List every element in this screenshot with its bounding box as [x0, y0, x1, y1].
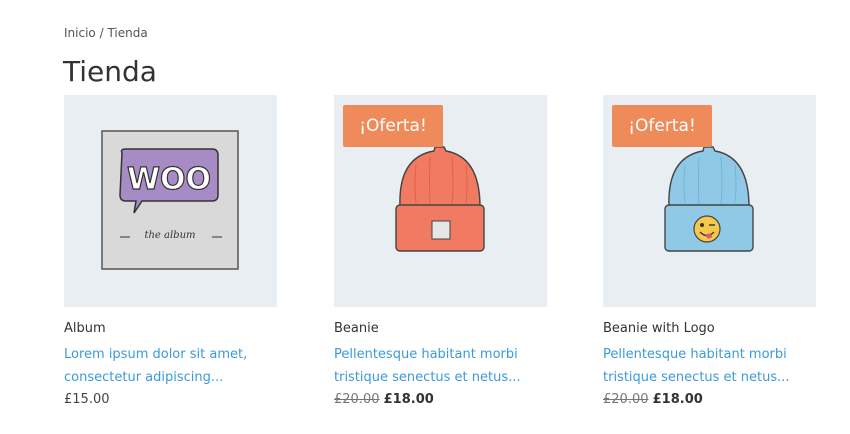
price-sale: £18.00	[383, 392, 434, 407]
album-woo-text: WOO	[127, 162, 211, 197]
price-regular: £20.00	[603, 392, 649, 407]
product-title-beanie-with-logo[interactable]: Beanie with Logo	[603, 321, 715, 336]
album-subtitle-text: the album	[144, 230, 195, 241]
product-description-line: consectetur adipiscing...	[64, 370, 224, 385]
product-description-beanie-with-logo[interactable]: Pellentesque habitant morbi tristique se…	[603, 343, 816, 389]
sale-badge: ¡Oferta!	[612, 105, 712, 147]
product-description-line: tristique senectus et netus...	[334, 370, 521, 385]
product-price-album: £15.00	[64, 392, 110, 407]
product-price-beanie-with-logo: £20.00 £18.00	[603, 392, 703, 407]
product-description-beanie[interactable]: Pellentesque habitant morbi tristique se…	[334, 343, 547, 389]
product-description-line: Lorem ipsum dolor sit amet,	[64, 347, 248, 362]
smiley-logo-icon	[693, 215, 721, 243]
product-description-line: tristique senectus et netus...	[603, 370, 790, 385]
product-price-beanie: £20.00 £18.00	[334, 392, 434, 407]
breadcrumb-current: Tienda	[107, 26, 148, 40]
breadcrumb-home-link[interactable]: Inicio	[64, 26, 96, 40]
product-description-line: Pellentesque habitant morbi	[334, 347, 518, 362]
breadcrumb: Inicio / Tienda	[64, 26, 148, 40]
product-description-line: Pellentesque habitant morbi	[603, 347, 787, 362]
product-card-beanie-with-logo: ¡Oferta! Beanie with Logo Pellentesque h…	[603, 95, 816, 407]
product-title-album[interactable]: Album	[64, 321, 106, 336]
product-image-album[interactable]: WOO the album	[64, 95, 277, 307]
product-card-beanie: ¡Oferta! Beanie Pellentesque habitant mo…	[334, 95, 547, 407]
album-cover-illustration: WOO the album	[101, 130, 239, 270]
product-title-beanie[interactable]: Beanie	[334, 321, 379, 336]
product-card-album: WOO the album Album Lorem ipsum dolor si…	[64, 95, 277, 407]
page-title: Tienda	[63, 55, 157, 88]
breadcrumb-separator: /	[95, 26, 108, 40]
price-regular: £20.00	[334, 392, 380, 407]
product-image-beanie-with-logo[interactable]: ¡Oferta!	[603, 95, 816, 307]
product-description-album[interactable]: Lorem ipsum dolor sit amet, consectetur …	[64, 343, 277, 389]
sale-badge: ¡Oferta!	[343, 105, 443, 147]
product-image-beanie[interactable]: ¡Oferta!	[334, 95, 547, 307]
price-sale: £18.00	[652, 392, 703, 407]
